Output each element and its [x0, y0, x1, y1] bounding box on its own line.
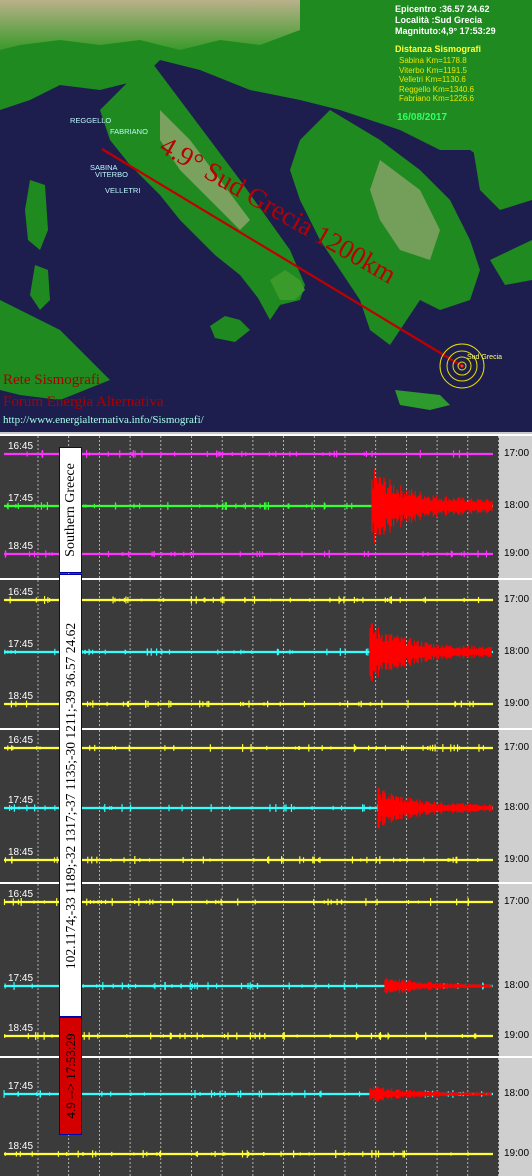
time-label-right: 18:00: [504, 980, 530, 991]
distance-item: Reggello Km=1340.6: [399, 84, 474, 94]
distance-list: Sabina Km=1178.8 Viterbo Km=1191.5 Velle…: [399, 56, 474, 104]
quake-waveform: [371, 468, 493, 544]
station-readings-box: 102.1174;-33 1189;-32 1317;-37 1135;-30 …: [59, 574, 82, 1017]
brand-url[interactable]: http://www.energialternativa.info/Sismog…: [3, 414, 204, 426]
time-label-right: 18:00: [504, 1088, 530, 1099]
magnitude-label-box: 4.9 --> 17:53:29: [59, 1017, 82, 1135]
time-label-right: 19:00: [504, 1148, 530, 1159]
city-fabriano: FABRIANO: [110, 127, 148, 136]
distance-item: Sabina Km=1178.8: [399, 56, 467, 65]
time-label-left: 18:45: [8, 847, 34, 858]
region-label: Southern Greece: [62, 463, 78, 557]
time-label-left: 17:45: [8, 639, 34, 650]
epicenter-label: Sud Grecia: [467, 354, 503, 361]
time-label-right: 19:00: [504, 854, 530, 865]
station-readings: 102.1174;-33 1189;-32 1317;-37 1135;-30 …: [62, 622, 78, 969]
time-label-right: 18:00: [504, 500, 530, 511]
time-label-right: 17:00: [504, 742, 530, 753]
magnitude-text: Magnituto:4,9° 17:53:29: [395, 26, 496, 36]
distance-title: Distanza Sismografi: [395, 44, 482, 54]
time-label-left: 18:45: [8, 541, 34, 552]
time-label-right: 18:00: [504, 802, 530, 813]
time-label-left: 18:45: [8, 1023, 34, 1034]
magnitude-label: 4.9 --> 17:53:29: [62, 1033, 78, 1119]
time-label-left: 16:45: [8, 735, 34, 746]
time-label-left: 17:45: [8, 795, 34, 806]
quake-waveform: [377, 787, 493, 829]
time-label-left: 16:45: [8, 441, 34, 452]
brand-line-1: Rete Sismografi: [3, 372, 101, 388]
time-label-left: 17:45: [8, 1081, 34, 1092]
distance-item: Velletri Km=1130.6: [399, 75, 466, 85]
distance-item: Fabriano Km=1226.6: [399, 94, 474, 104]
time-label-left: 18:45: [8, 691, 34, 702]
city-reggello: REGGELLO: [70, 116, 112, 125]
quake-waveform: [369, 623, 492, 681]
distance-item: Viterbo Km=1191.5: [399, 65, 467, 75]
time-label-left: 18:45: [8, 1141, 34, 1152]
city-viterbo: VITERBO: [95, 170, 128, 179]
time-label-left: 17:45: [8, 973, 34, 984]
epicenter-text: Epicentro :36.57 24.62: [395, 4, 490, 14]
quake-info-panel: Epicentro :36.57 24.62 Località :Sud Gre…: [395, 4, 496, 37]
time-label-left: 16:45: [8, 587, 34, 598]
seismograph-page: Epicentro :36.57 24.62 Località :Sud Gre…: [0, 0, 532, 1176]
map-date: 16/08/2017: [397, 112, 448, 123]
region-label-box: Southern Greece: [59, 447, 82, 573]
brand-line-2: Forum Energia Alternativa: [3, 394, 164, 410]
time-label-right: 19:00: [504, 698, 530, 709]
time-label-right: 17:00: [504, 448, 530, 459]
quake-waveform: [384, 978, 493, 994]
time-label-left: 16:45: [8, 889, 34, 900]
time-label-right: 17:00: [504, 594, 530, 605]
city-velletri: VELLETRI: [105, 186, 141, 195]
quake-waveform: [369, 1086, 492, 1102]
time-label-right: 18:00: [504, 646, 530, 657]
time-label-right: 19:00: [504, 548, 530, 559]
time-label-right: 19:00: [504, 1030, 530, 1041]
time-label-left: 17:45: [8, 493, 34, 504]
time-label-right: 17:00: [504, 896, 530, 907]
location-text: Località :Sud Grecia: [395, 15, 483, 25]
epicenter-map: Epicentro :36.57 24.62 Località :Sud Gre…: [0, 0, 532, 432]
